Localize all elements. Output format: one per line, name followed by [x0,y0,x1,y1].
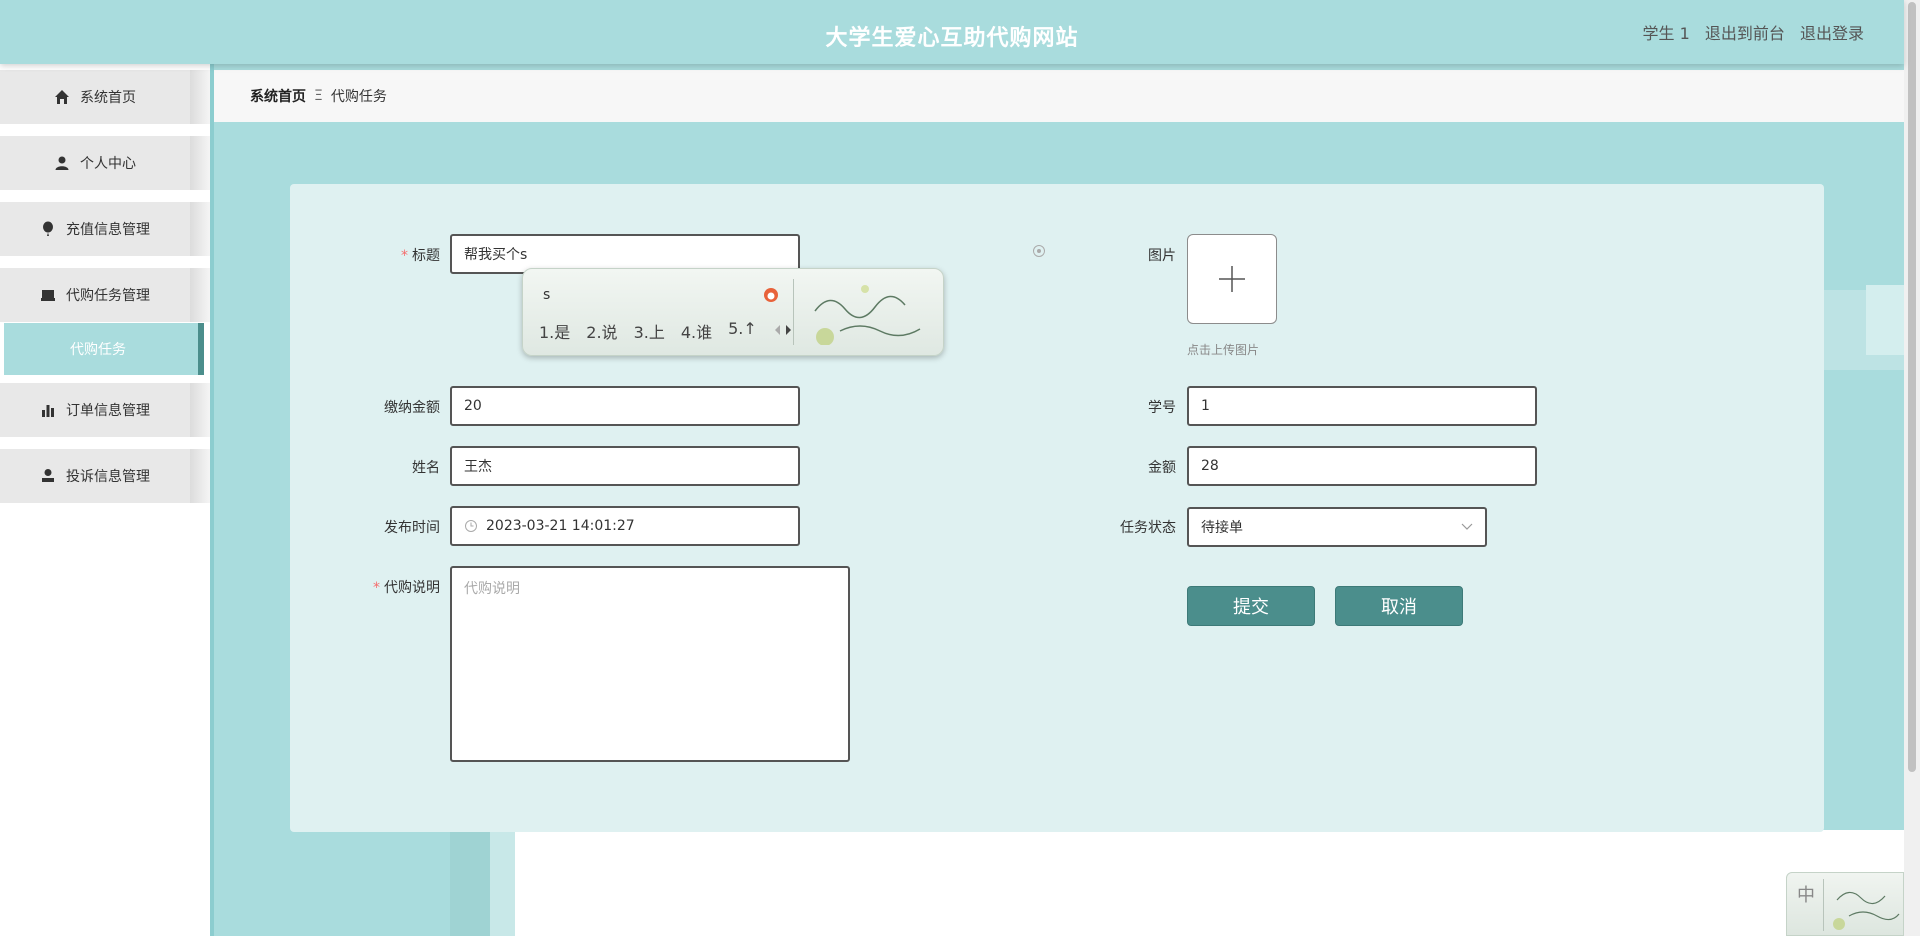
amount-input[interactable] [1201,458,1523,474]
sidebar-item-label: 个人中心 [80,156,136,172]
current-user: 学生 1 [1642,24,1690,43]
top-header: 大学生爱心互助代购网站 学生 1 退出到前台 退出登录 [0,0,1904,64]
logout-link[interactable]: 退出登录 [1800,24,1864,43]
sidebar-item-home[interactable]: 系统首页 [0,70,210,124]
ime-candidate-popup: s 1.是 2.说 3.上 4.谁 5.↑ [522,268,944,356]
sidebar: 系统首页 个人中心 充值信息管理 代购任务管理 代购任务 订单信息管理 投诉信息… [0,64,210,936]
student-no-input[interactable] [1201,398,1523,414]
background-decoration [515,830,1904,936]
scrollbar-thumb[interactable] [1908,2,1916,772]
student-no-field[interactable] [1187,386,1537,426]
amount-field[interactable] [1187,446,1537,486]
status-label: 任务状态 [1120,520,1176,536]
ime-logo-icon [764,288,778,302]
tray-icon [41,290,55,301]
sidebar-item-label: 投诉信息管理 [66,469,150,485]
ime-candidate[interactable]: 1.是 [539,319,570,343]
fee-label: 缴纳金额 [384,400,440,416]
sidebar-item-label: 充值信息管理 [66,222,150,238]
breadcrumb: 系统首页 Ξ 代购任务 [214,70,1904,122]
ime-candidate[interactable]: 3.上 [634,319,665,343]
sidebar-item-recharge[interactable]: 充值信息管理 [0,202,210,256]
user-icon [55,156,69,170]
status-value: 待接单 [1201,520,1243,536]
ime-status-tray[interactable]: 中 [1786,872,1904,936]
ime-typed-text: s [543,287,551,303]
desc-textarea[interactable] [452,568,848,760]
desc-textarea-box[interactable] [450,566,850,762]
ime-candidate-list: 1.是 2.说 3.上 4.谁 5.↑ [539,319,793,343]
ime-skin-decoration-icon [1833,891,1900,930]
main-border [210,64,214,936]
site-title: 大学生爱心互助代购网站 [825,26,1079,51]
title-label: * 标题 [401,248,440,264]
bar-chart-icon [42,405,54,417]
sidebar-item-label: 代购任务管理 [66,288,150,304]
chevron-down-icon [1461,523,1473,530]
fee-field[interactable] [450,386,800,426]
image-upload[interactable] [1187,234,1277,324]
home-icon [55,90,69,104]
image-label: 图片 [1148,248,1176,264]
name-label: 姓名 [412,460,440,476]
background-decoration [490,830,515,936]
sidebar-item-label: 订单信息管理 [66,403,150,419]
breadcrumb-home[interactable]: 系统首页 [250,86,306,106]
breadcrumb-separator: Ξ [314,88,323,104]
publish-time-field[interactable]: 2023-03-21 14:01:27 [450,506,800,546]
sidebar-item-personal-center[interactable]: 个人中心 [0,136,210,190]
background-decoration [1866,285,1904,355]
ime-candidate[interactable]: 5.↑ [728,319,757,343]
ime-candidate[interactable]: 4.谁 [681,319,712,343]
sidebar-item-label: 系统首页 [80,90,136,106]
upload-hint: 点击上传图片 [1187,343,1260,357]
name-input[interactable] [464,458,786,474]
header-user-area: 学生 1 退出到前台 退出登录 [1633,20,1865,44]
submit-button[interactable]: 提交 [1187,586,1315,626]
desc-label: * 代购说明 [373,580,440,596]
clock-icon [465,520,477,532]
vertical-scrollbar[interactable] [1904,0,1920,936]
title-input[interactable] [464,246,786,262]
sidebar-subitem-purchase-task[interactable]: 代购任务 [4,323,204,375]
page-arrows-icon[interactable] [773,324,793,336]
ime-candidate[interactable]: 2.说 [586,319,617,343]
name-field[interactable] [450,446,800,486]
balloon-icon [43,221,53,236]
sidebar-item-orders[interactable]: 订单信息管理 [0,383,210,437]
fee-input[interactable] [464,398,786,414]
publish-time-label: 发布时间 [384,520,440,536]
breadcrumb-current: 代购任务 [330,89,387,105]
amount-label: 金额 [1148,460,1176,476]
sidebar-item-complaints[interactable]: 投诉信息管理 [0,449,210,503]
plus-icon [1219,266,1245,292]
exit-to-front-link[interactable]: 退出到前台 [1705,24,1785,43]
ime-skin-decoration-icon [814,285,921,345]
status-select[interactable]: 待接单 [1187,507,1487,547]
publish-time-value: 2023-03-21 14:01:27 [486,518,635,534]
person-icon [42,469,54,482]
cancel-button[interactable]: 取消 [1335,586,1463,626]
sidebar-item-task-management[interactable]: 代购任务管理 [0,268,210,322]
ime-mode-indicator[interactable]: 中 [1797,881,1815,907]
student-no-label: 学号 [1148,400,1176,416]
ime-divider [793,279,794,345]
